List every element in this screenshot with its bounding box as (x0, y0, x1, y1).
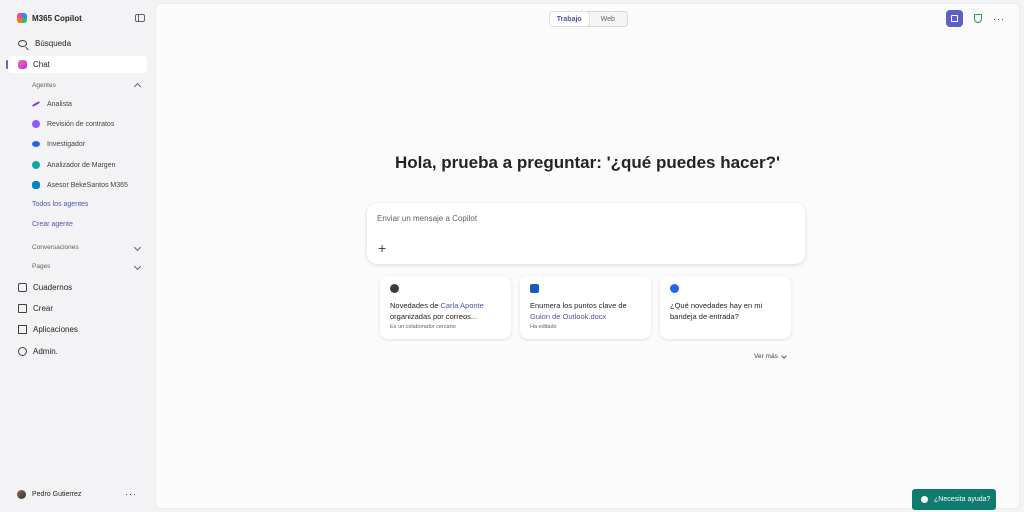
message-composer: + (367, 203, 805, 264)
suggestion-text-part: organizadas por correos... (390, 312, 478, 321)
agent-label: Investigador (47, 140, 86, 148)
see-more-label: Ver más (754, 353, 778, 360)
advisor-icon (32, 181, 40, 189)
sidebar-item-label: Cuadernos (33, 283, 73, 292)
pages-section-toggle[interactable]: Pages (32, 262, 142, 271)
contract-review-icon (32, 120, 40, 128)
chevron-down-icon (133, 243, 142, 252)
margin-analyzer-icon (32, 161, 40, 169)
mode-toggle: Trabajo Web (549, 11, 628, 27)
tab-work[interactable]: Trabajo (550, 12, 589, 26)
agent-label: Revisión de contratos (47, 120, 115, 128)
sidebar-item-chat[interactable]: Chat (6, 56, 147, 73)
agent-item[interactable]: Analista (32, 97, 72, 111)
sidebar-item-label: Admin. (33, 347, 58, 356)
create-agent-link[interactable]: Crear agente (32, 221, 73, 228)
chat-bubble-icon (670, 284, 679, 293)
suggestion-card[interactable]: Enumera los puntos clave de Guion de Out… (520, 276, 651, 339)
tab-web[interactable]: Web (589, 12, 628, 26)
agents-section-toggle[interactable]: Agentes (32, 81, 142, 91)
suggestion-text-part: Enumera los puntos clave de (530, 301, 627, 310)
conversations-section-toggle[interactable]: Conversaciones (32, 243, 142, 252)
sidebar-header: M365 Copilot (17, 10, 145, 26)
sidebar-item-label: Crear (33, 304, 54, 313)
sidebar-item-admin[interactable]: Admin. (8, 343, 147, 360)
suggestion-text: ¿Qué novedades hay en mi bandeja de entr… (670, 300, 785, 322)
agents-section-label: Agentes (32, 81, 56, 89)
greeting-heading: Hola, prueba a preguntar: '¿qué puedes h… (395, 153, 780, 172)
add-attachment-icon[interactable]: + (378, 241, 386, 255)
see-more-button[interactable]: Ver más (754, 352, 787, 360)
chevron-down-icon (133, 262, 142, 271)
sidebar-item-create[interactable]: Crear (8, 300, 147, 317)
suggestion-text-part: ¿Qué novedades hay en mi bandeja de entr… (670, 301, 763, 321)
more-options-icon[interactable]: ··· (993, 14, 1005, 24)
sidebar-item-apps[interactable]: Aplicaciones (8, 321, 147, 338)
agent-label: Asesor BekeSantos M365 (47, 181, 128, 189)
person-avatar-icon (390, 284, 399, 293)
sidebar-toggle-icon[interactable] (135, 14, 145, 22)
suggestion-card[interactable]: Novedades de Carla Aponte organizadas po… (380, 276, 511, 339)
shield-icon[interactable] (974, 14, 982, 23)
chevron-up-icon (133, 82, 142, 91)
new-chat-icon (951, 15, 958, 22)
app-title: M365 Copilot (32, 13, 82, 23)
sidebar-item-notebooks[interactable]: Cuadernos (8, 279, 147, 296)
sidebar-item-label: Aplicaciones (33, 325, 78, 334)
new-chat-button[interactable] (946, 10, 963, 27)
agent-item[interactable]: Asesor BekeSantos M365 (32, 178, 128, 192)
chat-icon (18, 60, 27, 69)
help-button[interactable]: ¿Necesita ayuda? (912, 489, 996, 510)
search-icon (18, 40, 27, 47)
suggestion-text-part: Novedades de (390, 301, 441, 310)
agent-label: Analista (47, 100, 72, 108)
notebook-icon (18, 283, 27, 292)
agent-item[interactable]: Analizador de Margen (32, 158, 116, 172)
suggestion-subtext: Ha editado (530, 324, 557, 330)
agent-item[interactable]: Investigador (32, 137, 85, 151)
help-label: ¿Necesita ayuda? (934, 496, 991, 503)
suggestion-card[interactable]: ¿Qué novedades hay en mi bandeja de entr… (660, 276, 791, 339)
analyst-icon (32, 101, 40, 107)
chevron-down-icon (781, 352, 787, 359)
word-doc-icon (530, 284, 539, 293)
apps-grid-icon (18, 325, 27, 334)
sidebar: M365 Copilot Búsqueda Chat Agentes Anali… (0, 0, 154, 512)
avatar (17, 489, 26, 499)
pages-section-label: Pages (32, 263, 51, 270)
message-input[interactable] (377, 211, 777, 225)
more-options-icon[interactable]: ··· (125, 489, 137, 499)
user-name: Pedro Gutierrez (32, 490, 82, 498)
sidebar-item-search[interactable]: Búsqueda (8, 35, 147, 52)
suggestion-highlight: Guion de Outlook.docx (530, 312, 607, 321)
user-profile[interactable]: Pedro Gutierrez ··· (17, 488, 137, 500)
suggestion-subtext: Es un colaborador cercano (390, 324, 456, 330)
researcher-icon (32, 141, 40, 147)
copilot-logo-icon (17, 13, 27, 23)
top-actions: ··· (946, 10, 1005, 27)
agent-label: Analizador de Margen (47, 161, 116, 169)
main-panel: Trabajo Web ··· Hola, prueba a preguntar… (155, 3, 1020, 509)
agent-item[interactable]: Revisión de contratos (32, 117, 114, 131)
help-icon (921, 496, 928, 503)
admin-icon (18, 347, 27, 356)
create-icon (18, 304, 27, 313)
all-agents-link[interactable]: Todos los agentes (32, 201, 88, 208)
sidebar-item-label: Chat (33, 60, 50, 69)
suggestion-highlight: Carla Aponte (440, 301, 484, 310)
sidebar-item-label: Búsqueda (35, 39, 72, 48)
suggestion-text: Enumera los puntos clave de Guion de Out… (530, 300, 645, 322)
conversations-section-label: Conversaciones (32, 244, 79, 251)
suggestion-text: Novedades de Carla Aponte organizadas po… (390, 300, 505, 322)
